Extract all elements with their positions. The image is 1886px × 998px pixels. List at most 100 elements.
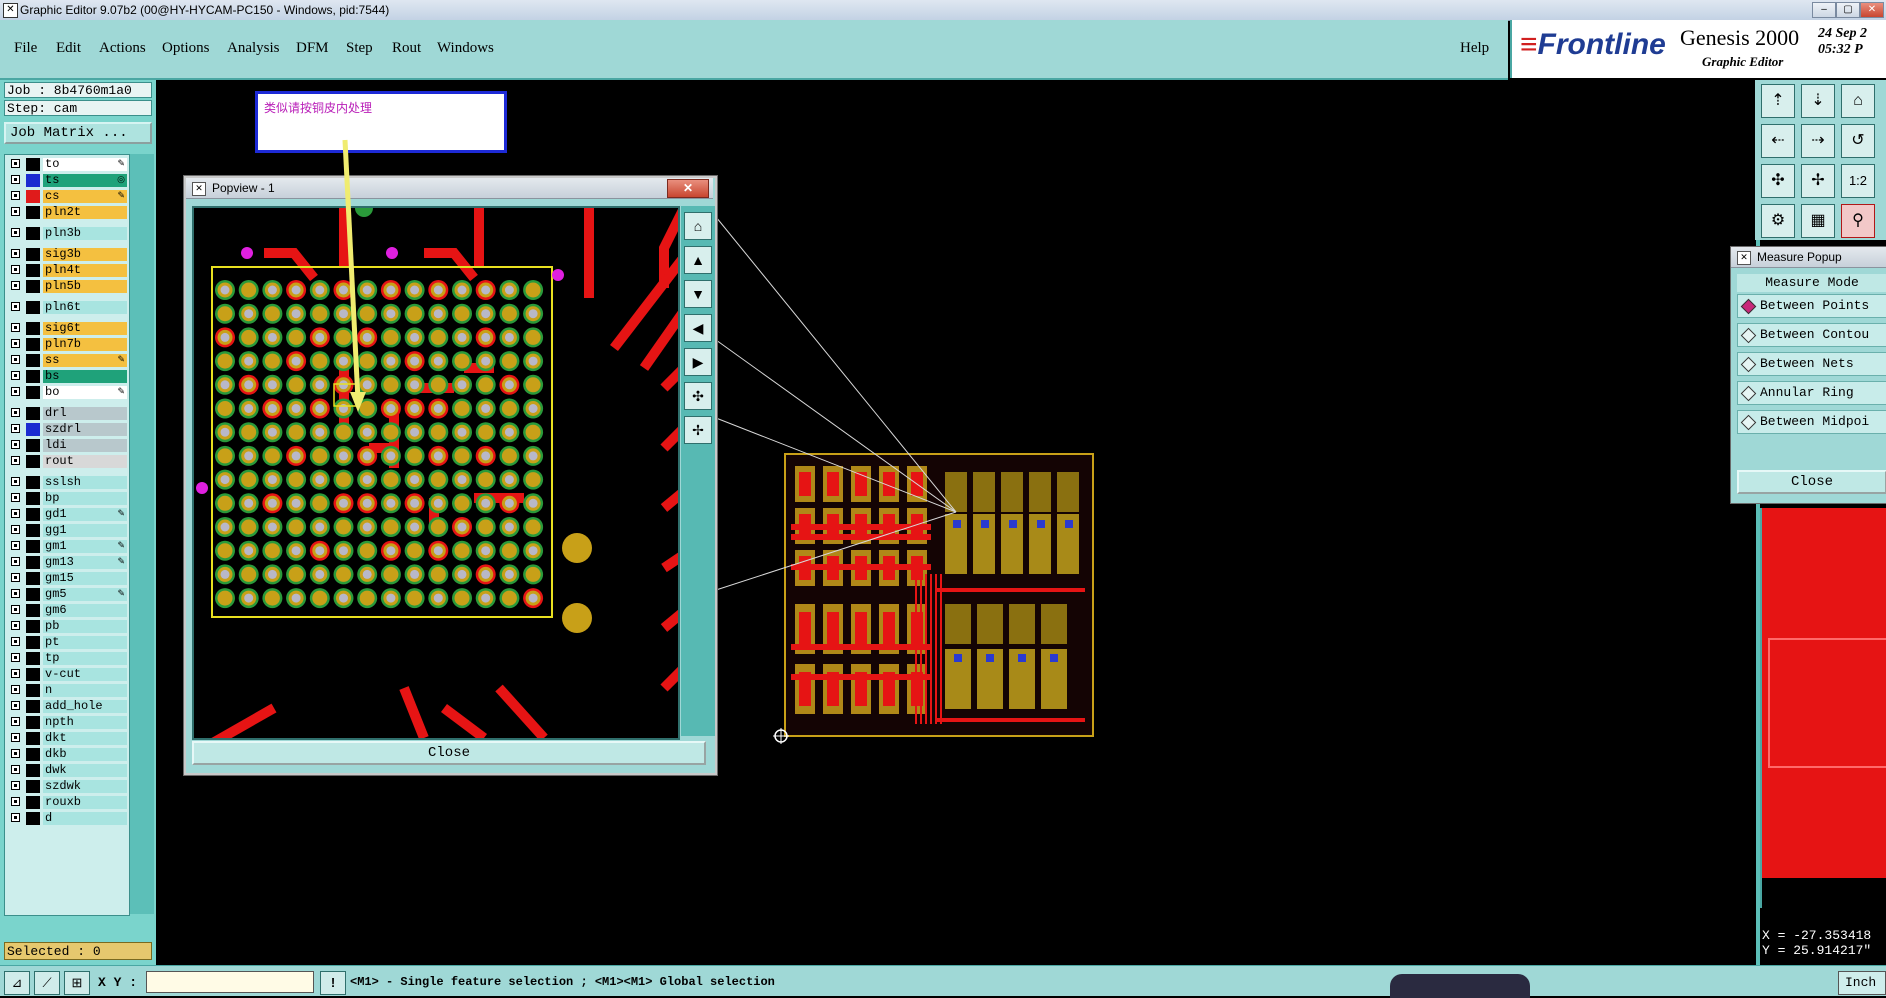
layer-checkbox[interactable]	[11, 355, 20, 364]
layer-checkbox[interactable]	[11, 509, 20, 518]
layer-row[interactable]: pln3b	[7, 226, 127, 241]
layer-name[interactable]: ss ✎	[43, 354, 127, 367]
xy-input[interactable]	[146, 971, 314, 993]
layer-name[interactable]: pln3b	[43, 227, 127, 240]
layer-name[interactable]: gm6	[43, 604, 127, 617]
layer-color-swatch[interactable]	[26, 668, 40, 681]
measure-titlebar[interactable]: ✕ Measure Popup	[1731, 247, 1886, 268]
layer-color-swatch[interactable]	[26, 158, 40, 171]
pan-right-icon[interactable]: ⇢	[1801, 124, 1835, 158]
layer-checkbox[interactable]	[11, 265, 20, 274]
popview-pan-left-icon[interactable]: ◀	[684, 314, 712, 342]
layer-color-swatch[interactable]	[26, 508, 40, 521]
layer-color-swatch[interactable]	[26, 248, 40, 261]
layer-row[interactable]: rout	[7, 454, 127, 469]
layer-checkbox[interactable]	[11, 589, 20, 598]
layer-checkbox[interactable]	[11, 228, 20, 237]
layer-name[interactable]: cs ✎	[43, 190, 127, 203]
layer-color-swatch[interactable]	[26, 423, 40, 436]
units-selector[interactable]: Inch	[1838, 971, 1886, 995]
layer-row[interactable]: ts ◎	[7, 173, 127, 188]
layer-checkbox[interactable]	[11, 621, 20, 630]
snap-icon[interactable]: ⊿	[4, 971, 30, 995]
layer-name[interactable]: szdrl	[43, 423, 127, 436]
layer-checkbox[interactable]	[11, 653, 20, 662]
layer-name[interactable]: pln6t	[43, 301, 127, 314]
layer-name[interactable]: dwk	[43, 764, 127, 777]
layer-checkbox[interactable]	[11, 424, 20, 433]
layer-color-swatch[interactable]	[26, 264, 40, 277]
layer-row[interactable]: szdwk	[7, 779, 127, 794]
layer-checkbox[interactable]	[11, 637, 20, 646]
layer-row[interactable]: to ✎	[7, 157, 127, 172]
layer-name[interactable]: rouxb	[43, 796, 127, 809]
layer-name[interactable]: pln2t	[43, 206, 127, 219]
measure-tool-icon[interactable]: ⚲	[1841, 204, 1875, 238]
popview-pan-right-icon[interactable]: ▶	[684, 348, 712, 376]
layer-color-swatch[interactable]	[26, 386, 40, 399]
layer-checkbox[interactable]	[11, 456, 20, 465]
menu-options[interactable]: Options	[162, 40, 210, 57]
layer-name[interactable]: ts ◎	[43, 174, 127, 187]
layer-checkbox[interactable]	[11, 605, 20, 614]
popview-close-x-button[interactable]: ✕	[667, 179, 709, 198]
layer-row[interactable]: szdrl	[7, 422, 127, 437]
one-to-two-icon[interactable]: 1:2	[1841, 164, 1875, 198]
layer-color-swatch[interactable]	[26, 812, 40, 825]
measure-option-between-nets[interactable]: Between Nets	[1737, 352, 1886, 376]
layer-row[interactable]: pt	[7, 635, 127, 650]
layer-name[interactable]: bs	[43, 370, 127, 383]
close-window-button[interactable]: ✕	[1860, 2, 1884, 18]
layer-color-swatch[interactable]	[26, 764, 40, 777]
measure-close-button[interactable]: Close	[1737, 470, 1886, 494]
layer-color-swatch[interactable]	[26, 716, 40, 729]
layer-color-swatch[interactable]	[26, 206, 40, 219]
menu-help[interactable]: Help	[1460, 40, 1489, 57]
layer-row[interactable]: dkt	[7, 731, 127, 746]
layer-name[interactable]: dkb	[43, 748, 127, 761]
layer-color-swatch[interactable]	[26, 572, 40, 585]
popview-titlebar[interactable]: ✕ Popview - 1 ✕	[186, 178, 713, 199]
layer-color-swatch[interactable]	[26, 190, 40, 203]
undo-zoom-icon[interactable]: ↺	[1841, 124, 1875, 158]
layer-checkbox[interactable]	[11, 749, 20, 758]
layer-color-swatch[interactable]	[26, 407, 40, 420]
layer-color-swatch[interactable]	[26, 684, 40, 697]
grid-icon[interactable]: ▦	[1801, 204, 1835, 238]
layer-name[interactable]: tp	[43, 652, 127, 665]
menu-actions[interactable]: Actions	[99, 40, 146, 57]
layer-checkbox[interactable]	[11, 701, 20, 710]
layer-row[interactable]: add_hole	[7, 699, 127, 714]
layer-name[interactable]: gd1 ✎	[43, 508, 127, 521]
layer-row[interactable]: pln2t	[7, 205, 127, 220]
layer-checkbox[interactable]	[11, 191, 20, 200]
layer-name[interactable]: sslsh	[43, 476, 127, 489]
layer-name[interactable]: add_hole	[43, 700, 127, 713]
layer-checkbox[interactable]	[11, 525, 20, 534]
layer-row[interactable]: bo ✎	[7, 385, 127, 400]
layer-checkbox[interactable]	[11, 685, 20, 694]
zoom-down-icon[interactable]: ⇣	[1801, 84, 1835, 118]
layer-checkbox[interactable]	[11, 440, 20, 449]
layer-row[interactable]: pb	[7, 619, 127, 634]
popview-canvas[interactable]	[192, 206, 680, 740]
layer-row[interactable]: pln7b	[7, 337, 127, 352]
layer-name[interactable]: bo ✎	[43, 386, 127, 399]
layer-color-swatch[interactable]	[26, 620, 40, 633]
layer-name[interactable]: gm1 ✎	[43, 540, 127, 553]
layer-color-swatch[interactable]	[26, 439, 40, 452]
layer-row[interactable]: npth	[7, 715, 127, 730]
layer-name[interactable]: dkt	[43, 732, 127, 745]
layer-list-scrollbar[interactable]	[130, 154, 154, 914]
layer-color-swatch[interactable]	[26, 524, 40, 537]
layer-row[interactable]: gd1 ✎	[7, 507, 127, 522]
popview-zoom-home-icon[interactable]: ⌂	[684, 212, 712, 240]
popview-zoom-reset-icon[interactable]: ✢	[684, 416, 712, 444]
layer-checkbox[interactable]	[11, 765, 20, 774]
layer-row[interactable]: dwk	[7, 763, 127, 778]
layer-color-swatch[interactable]	[26, 732, 40, 745]
layer-checkbox[interactable]	[11, 249, 20, 258]
layer-color-swatch[interactable]	[26, 604, 40, 617]
layer-color-swatch[interactable]	[26, 636, 40, 649]
alert-icon[interactable]: !	[320, 971, 346, 995]
